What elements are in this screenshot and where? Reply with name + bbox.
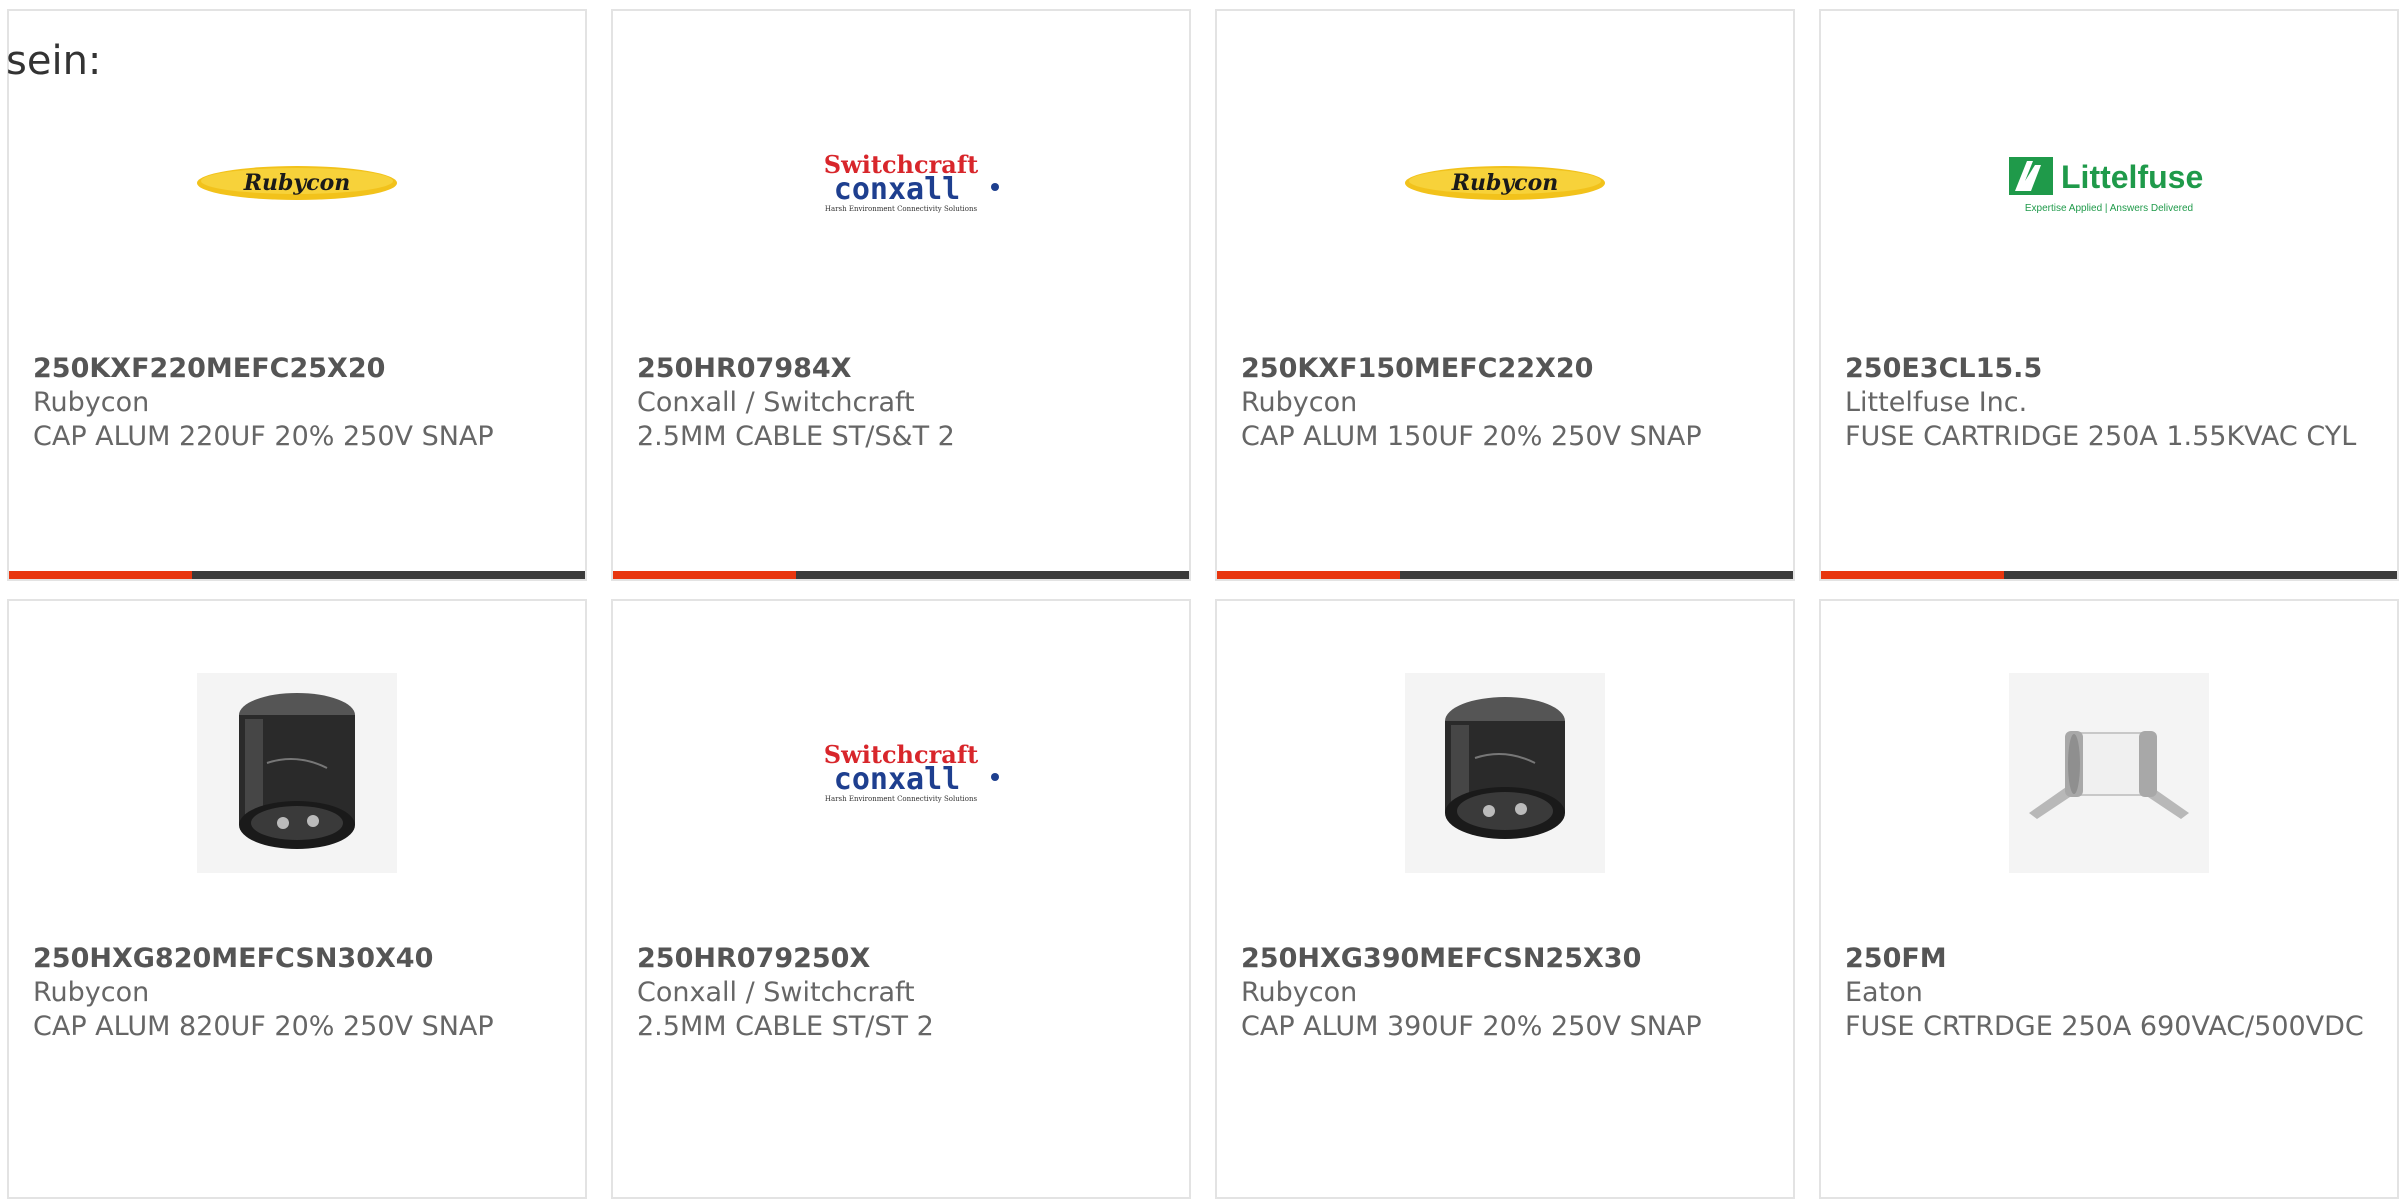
- description: 2.5MM CABLE ST/S&T 2: [637, 421, 955, 452]
- switchcraft-conxall-logo: Switchcraft conxall Harsh Environment Co…: [801, 673, 1001, 873]
- part-number[interactable]: 250HXG390MEFCSN25X30: [1241, 942, 1773, 976]
- product-card[interactable]: Switchcraft conxall Harsh Environment Co…: [611, 9, 1191, 581]
- part-number[interactable]: 250HR07984X: [637, 352, 1169, 386]
- rubycon-logo: Rubycon: [1405, 83, 1605, 283]
- product-card[interactable]: Switchcraft conxall Harsh Environment Co…: [611, 599, 1191, 1199]
- manufacturer: Eaton: [1845, 977, 1923, 1008]
- rubycon-logo-text: Rubycon: [1451, 170, 1559, 196]
- switchcraft-conxall-logo: Switchcraft conxall Harsh Environment Co…: [801, 83, 1001, 283]
- product-card[interactable]: 250FM Eaton FUSE CRTRDGE 250A 690VAC/500…: [1819, 599, 2399, 1199]
- logo-conxall-text: conxall: [834, 172, 960, 207]
- littelfuse-logo-text: Littelfuse: [2061, 159, 2203, 195]
- rubycon-logo: Rubycon: [197, 83, 397, 283]
- capacitor-photo: [197, 673, 397, 873]
- fuse-photo: [2009, 673, 2209, 873]
- product-card[interactable]: 250HXG820MEFCSN30X40 Rubycon CAP ALUM 82…: [7, 599, 587, 1199]
- manufacturer: Rubycon: [1241, 977, 1358, 1008]
- manufacturer: Littelfuse Inc.: [1845, 387, 2028, 418]
- part-number[interactable]: 250FM: [1845, 942, 2377, 976]
- manufacturer: Conxall / Switchcraft: [637, 977, 915, 1008]
- description: CAP ALUM 820UF 20% 250V SNAP: [33, 1011, 494, 1042]
- card-bottom-bar: [1217, 571, 1793, 579]
- part-number[interactable]: 250E3CL15.5: [1845, 352, 2377, 386]
- product-card[interactable]: Rubycon 250KXF150MEFC22X20 Rubycon CAP A…: [1215, 9, 1795, 581]
- logo-tagline: Harsh Environment Connectivity Solutions: [825, 205, 978, 213]
- description: CAP ALUM 220UF 20% 250V SNAP: [33, 421, 494, 452]
- manufacturer: Rubycon: [33, 977, 150, 1008]
- logo-conxall-text: conxall: [834, 762, 960, 797]
- part-number[interactable]: 250KXF150MEFC22X20: [1241, 352, 1773, 386]
- description: CAP ALUM 390UF 20% 250V SNAP: [1241, 1011, 1702, 1042]
- manufacturer: Rubycon: [1241, 387, 1358, 418]
- description: CAP ALUM 150UF 20% 250V SNAP: [1241, 421, 1702, 452]
- product-grid: Rubycon 250KXF220MEFC25X20 Rubycon CAP A…: [7, 9, 2399, 1199]
- card-bottom-bar: [9, 571, 585, 579]
- part-number[interactable]: 250HR079250X: [637, 942, 1169, 976]
- rubycon-logo-text: Rubycon: [243, 170, 351, 196]
- part-number[interactable]: 250KXF220MEFC25X20: [33, 352, 565, 386]
- product-card[interactable]: Rubycon 250KXF220MEFC25X20 Rubycon CAP A…: [7, 9, 587, 581]
- logo-tagline: Expertise Applied | Answers Delivered: [2025, 203, 2193, 214]
- logo-tagline: Harsh Environment Connectivity Solutions: [825, 795, 978, 803]
- littelfuse-logo: Littelfuse Expertise Applied | Answers D…: [2009, 83, 2209, 283]
- product-card[interactable]: Littelfuse Expertise Applied | Answers D…: [1819, 9, 2399, 581]
- description: FUSE CRTRDGE 250A 690VAC/500VDC: [1845, 1011, 2364, 1042]
- part-number[interactable]: 250HXG820MEFCSN30X40: [33, 942, 565, 976]
- manufacturer: Conxall / Switchcraft: [637, 387, 915, 418]
- description: FUSE CARTRIDGE 250A 1.55KVAC CYL: [1845, 421, 2357, 452]
- product-card[interactable]: 250HXG390MEFCSN25X30 Rubycon CAP ALUM 39…: [1215, 599, 1795, 1199]
- card-bottom-bar: [1821, 571, 2397, 579]
- capacitor-photo: [1405, 673, 1605, 873]
- card-bottom-bar: [613, 571, 1189, 579]
- manufacturer: Rubycon: [33, 387, 150, 418]
- description: 2.5MM CABLE ST/ST 2: [637, 1011, 934, 1042]
- intro-text: sein:: [6, 38, 102, 84]
